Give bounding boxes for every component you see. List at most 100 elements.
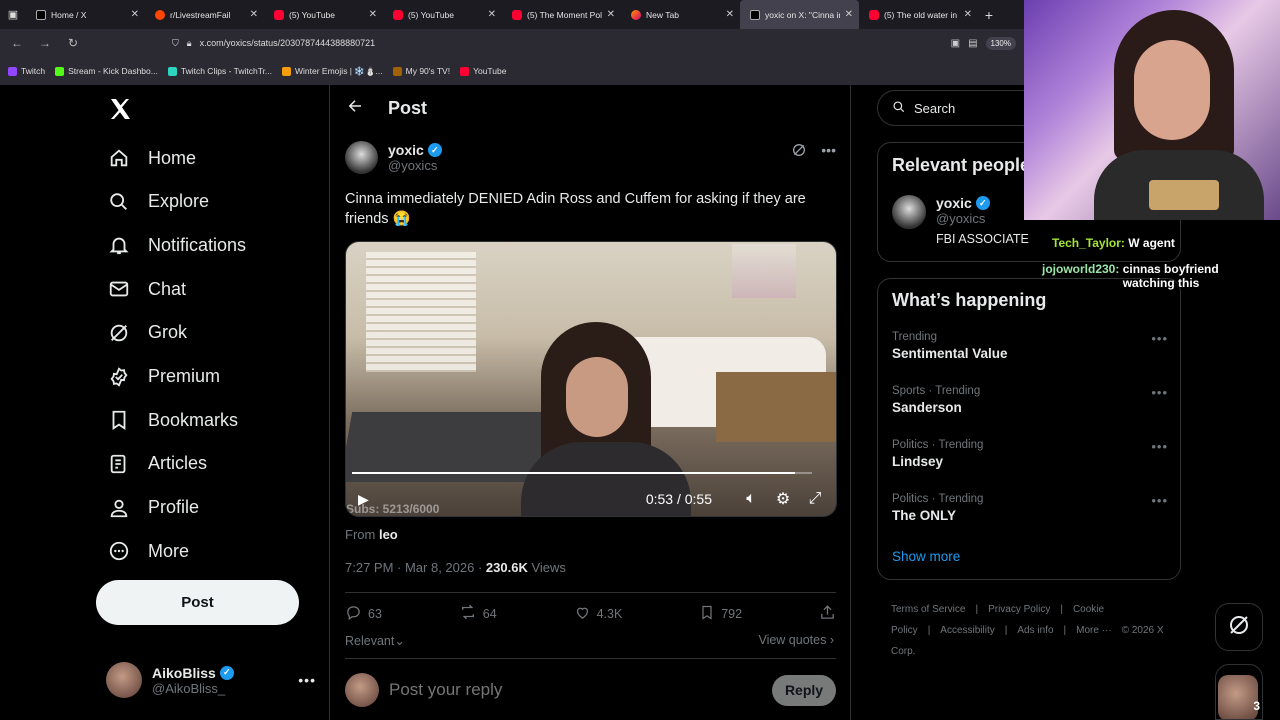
- close-icon[interactable]: ✕: [726, 9, 734, 20]
- trend-item[interactable]: Politics · Trending The ONLY •••: [892, 493, 1168, 523]
- reload-icon[interactable]: ↻: [64, 36, 82, 50]
- close-icon[interactable]: ✕: [369, 9, 377, 20]
- close-icon[interactable]: ✕: [607, 9, 615, 20]
- more-dots-icon[interactable]: •••: [298, 672, 316, 688]
- nav-item-grok[interactable]: Grok: [108, 319, 187, 347]
- new-tab-button[interactable]: +: [978, 7, 1000, 23]
- close-icon[interactable]: ✕: [131, 9, 139, 20]
- share-button[interactable]: [819, 604, 836, 624]
- bookmark-button[interactable]: 792: [699, 604, 742, 624]
- author-name[interactable]: yoxic: [388, 142, 424, 158]
- nav-item-premium[interactable]: Premium: [108, 363, 220, 391]
- browser-tab[interactable]: r/LivestreamFail ✕: [145, 0, 264, 29]
- bookmark-label: Stream - Kick Dashbo...: [68, 66, 158, 76]
- page-title: Post: [388, 97, 428, 118]
- like-count: 4.3K: [596, 606, 623, 621]
- like-button[interactable]: 4.3K: [574, 604, 623, 624]
- grok-icon[interactable]: [791, 142, 807, 161]
- zoom-level[interactable]: 130%: [985, 36, 1016, 50]
- tab-list-icon[interactable]: ▣: [0, 0, 26, 29]
- reader-view-icon[interactable]: ▤: [968, 38, 977, 49]
- nav-item-bookmarks[interactable]: Bookmarks: [108, 406, 238, 434]
- url-text[interactable]: x.com/yoxics/status/2030787444388880721: [200, 38, 376, 48]
- nav-label: Profile: [148, 497, 200, 518]
- browser-tab[interactable]: (5) The Moment Police ✕: [502, 0, 621, 29]
- bookmark-item[interactable]: YouTube: [460, 66, 506, 76]
- browser-tab[interactable]: New Tab ✕: [621, 0, 740, 29]
- nav-item-articles[interactable]: Articles: [108, 450, 207, 478]
- account-name: AikoBliss: [152, 664, 216, 681]
- bookmark-item[interactable]: Stream - Kick Dashbo...: [55, 66, 158, 76]
- close-icon[interactable]: ✕: [964, 9, 972, 20]
- reply-submit-button[interactable]: Reply: [772, 674, 836, 706]
- footer-link[interactable]: Privacy Policy: [988, 604, 1050, 615]
- webcam-overlay: [1024, 0, 1280, 220]
- footer-separator: |: [1063, 625, 1067, 636]
- author-handle[interactable]: @yoxics: [388, 158, 442, 173]
- view-quotes-link[interactable]: View quotes ›: [758, 633, 834, 647]
- forward-arrow-icon[interactable]: →: [36, 36, 54, 50]
- avatar[interactable]: [892, 195, 926, 229]
- messages-floating-button[interactable]: 3: [1215, 664, 1263, 720]
- reply-button[interactable]: 63: [345, 604, 382, 624]
- nav-item-more[interactable]: More: [108, 537, 189, 565]
- more-dots-icon[interactable]: •••: [1151, 385, 1168, 400]
- post-timestamp[interactable]: 7:27 PM · Mar 8, 2026 ·: [345, 560, 482, 575]
- nav-item-notifications[interactable]: Notifications: [108, 231, 246, 259]
- nav-item-home[interactable]: Home: [108, 144, 196, 172]
- account-switcher[interactable]: AikoBliss ✓ @AikoBliss_ •••: [106, 662, 316, 698]
- bookmark-item[interactable]: Winter Emojis | ❄️⛄...: [282, 66, 383, 77]
- browser-tab[interactable]: (5) YouTube ✕: [264, 0, 383, 29]
- more-dots-icon[interactable]: •••: [1151, 493, 1168, 508]
- relevant-person[interactable]: yoxic ✓ @yoxics FBI ASSOCIATE: [892, 195, 1029, 246]
- footer-separator: |: [1060, 604, 1063, 615]
- browser-tab[interactable]: (5) YouTube ✕: [383, 0, 502, 29]
- person-name[interactable]: yoxic: [936, 195, 972, 211]
- nav-item-explore[interactable]: Explore: [108, 188, 209, 216]
- trend-item[interactable]: Politics · Trending Lindsey •••: [892, 439, 1168, 469]
- browser-tab[interactable]: (5) The old water in yo ✕: [859, 0, 978, 29]
- browser-tab[interactable]: yoxic on X: "Cinna imm ✕: [740, 0, 859, 29]
- more-dots-icon[interactable]: •••: [1151, 331, 1168, 346]
- bookmark-item[interactable]: Twitch: [8, 66, 45, 76]
- video-progress-bar[interactable]: [352, 472, 812, 474]
- from-source-link[interactable]: leo: [379, 527, 398, 542]
- back-arrow-icon[interactable]: ←: [8, 36, 26, 50]
- grok-floating-button[interactable]: [1215, 603, 1263, 651]
- settings-gear-icon[interactable]: ⚙: [774, 490, 792, 508]
- url-bar[interactable]: ⛉ 🔒︎ x.com/yoxics/status/203078744438888…: [172, 32, 941, 54]
- reply-input[interactable]: [389, 680, 762, 700]
- trend-item[interactable]: Sports · Trending Sanderson •••: [892, 385, 1168, 415]
- more-dots-icon[interactable]: •••: [1151, 439, 1168, 454]
- post-author[interactable]: yoxic ✓ @yoxics: [345, 141, 442, 174]
- more-dots-icon[interactable]: •••: [821, 142, 836, 161]
- video-player[interactable]: ▶ 0:53 / 0:55 🔈︎ ⚙ ⤢ Subs: 5213/6000: [345, 241, 837, 517]
- close-icon[interactable]: ✕: [250, 9, 258, 20]
- bookmark-favicon-icon: [167, 66, 177, 76]
- footer-link[interactable]: Ads info: [1017, 625, 1053, 636]
- avatar[interactable]: [345, 141, 378, 174]
- x-logo-icon[interactable]: [108, 97, 132, 128]
- back-arrow-icon[interactable]: [346, 97, 364, 120]
- trend-item[interactable]: Trending Sentimental Value •••: [892, 331, 1168, 361]
- reddit-favicon-icon: [155, 9, 165, 20]
- fullscreen-icon[interactable]: ⤢: [806, 490, 824, 508]
- bookmark-item[interactable]: Twitch Clips - TwitchTr...: [167, 66, 272, 76]
- reply-sort-dropdown[interactable]: Relevant⌄: [345, 633, 405, 648]
- browser-tab[interactable]: Home / X ✕: [26, 0, 145, 29]
- trend-category: Sports · Trending: [892, 385, 981, 397]
- sort-label: Relevant: [345, 634, 395, 648]
- repost-button[interactable]: 64: [459, 603, 497, 624]
- show-more-link[interactable]: Show more: [892, 549, 960, 564]
- bookmark-item[interactable]: My 90's TV!: [392, 66, 450, 76]
- nav-item-profile[interactable]: Profile: [108, 494, 199, 522]
- footer-link[interactable]: More ···: [1076, 625, 1112, 636]
- close-icon[interactable]: ✕: [845, 9, 853, 20]
- post-button[interactable]: Post: [96, 580, 299, 625]
- footer-link[interactable]: Accessibility: [940, 625, 994, 636]
- close-icon[interactable]: ✕: [488, 9, 496, 20]
- picture-icon[interactable]: ▣: [951, 38, 960, 49]
- footer-link[interactable]: Terms of Service: [891, 604, 965, 615]
- volume-icon[interactable]: 🔈︎: [742, 490, 760, 508]
- nav-item-chat[interactable]: Chat: [108, 275, 186, 303]
